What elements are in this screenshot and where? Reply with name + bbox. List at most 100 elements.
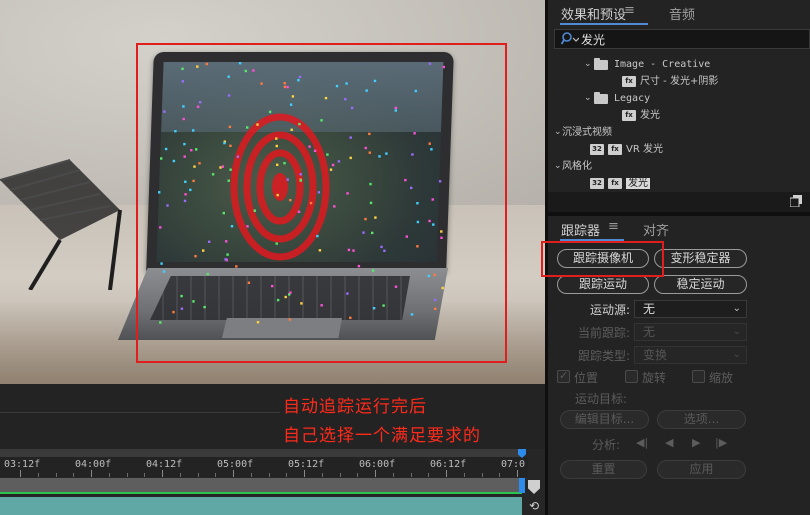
motion-target-label: 运动目标:	[575, 392, 628, 406]
timeline-navigator-icon[interactable]: ⟲	[526, 498, 542, 514]
timeline-tick-label: 05:12f	[288, 459, 325, 470]
timeline-tick-label: 03:12f	[4, 459, 41, 470]
scale-checkbox[interactable]	[692, 370, 705, 383]
position-checkbox[interactable]	[557, 369, 570, 383]
effects-tree-item[interactable]: fx 尺寸 - 发光+阴影	[548, 73, 810, 90]
motion-source-label: 运动源:	[589, 303, 630, 317]
motion-source-select[interactable]: 无 ⌄	[634, 300, 747, 318]
bit-depth-icon: 32	[590, 144, 604, 155]
timeline-minor-tick	[481, 473, 483, 477]
analyze-forward-icon[interactable]: ▶	[692, 436, 700, 449]
timeline-tick-label: 04:00f	[75, 459, 112, 470]
effects-tree-item-label: Legacy	[614, 93, 651, 104]
analyze-forward-frame-icon[interactable]: |▶	[715, 436, 727, 449]
effects-tree-item-label: 尺寸 - 发光+阴影	[640, 76, 719, 87]
bit-depth-icon: 32	[590, 178, 604, 189]
stabilize-motion-button[interactable]: 稳定运动	[654, 275, 747, 294]
timeline-minor-tick	[463, 473, 465, 477]
timeline-tick	[162, 470, 163, 477]
effects-tree-item-label: VR 发光	[626, 144, 663, 155]
timeline-minor-tick	[499, 473, 501, 477]
timeline-minor-tick	[428, 473, 430, 477]
effects-tree-item-label: 发光	[640, 110, 660, 121]
panel-menu-icon[interactable]: ≡	[608, 219, 619, 234]
timeline-minor-tick	[197, 473, 199, 477]
search-icon[interactable]	[561, 31, 579, 47]
timeline-tick	[517, 470, 518, 477]
current-track-select[interactable]: 无 ⌄	[634, 323, 747, 341]
timeline-layer-track[interactable]	[0, 478, 522, 494]
effect-icon: fx	[608, 144, 622, 155]
chevron-down-icon[interactable]: ⌄	[554, 124, 562, 141]
annotation-text-2: 自己选择一个满足要求的	[283, 426, 481, 446]
timeline-tick-label: 06:00f	[359, 459, 396, 470]
effects-tree-item[interactable]: ⌄ 风格化	[548, 158, 810, 175]
effects-tree-item[interactable]: ⌄ Image - Creative	[548, 56, 810, 73]
effects-tree-item[interactable]: 32 fx VR 发光	[548, 141, 810, 158]
composition-viewer[interactable]	[0, 0, 545, 384]
annotation-text-1: 自动追踪运行完后	[283, 397, 427, 417]
active-tab-indicator	[560, 23, 648, 25]
effects-tree-item[interactable]: ⌄ 沉浸式视频	[548, 124, 810, 141]
timeline-tick	[375, 470, 376, 477]
tab-effects-presets[interactable]: 效果和预设	[561, 4, 626, 23]
timeline-tick	[233, 470, 234, 477]
analyze-label: 分析:	[592, 438, 621, 452]
work-area-bar[interactable]	[0, 449, 522, 457]
chevron-down-icon[interactable]: ⌄	[554, 158, 562, 175]
timeline-minor-tick	[286, 473, 288, 477]
effects-tree-item-label: Image - Creative	[614, 59, 711, 70]
track-camera-highlight	[541, 241, 664, 277]
timeline-layer-bar[interactable]	[0, 497, 522, 515]
current-track-value: 无	[643, 325, 656, 339]
timeline-tick	[446, 470, 447, 477]
timeline-tick-label: 06:12f	[430, 459, 467, 470]
tab-tracker[interactable]: 跟踪器	[561, 220, 600, 239]
chevron-down-icon: ⌄	[732, 303, 741, 314]
effects-tree-item-label: 发光	[626, 175, 650, 192]
chevron-down-icon[interactable]: ⌄	[584, 90, 592, 107]
timeline-tick-label: 07:0	[501, 459, 526, 470]
timeline-minor-tick	[268, 473, 270, 477]
reset-button[interactable]: 重置	[560, 460, 647, 479]
selected-effect-label: 发光	[626, 178, 650, 189]
rotation-checkbox[interactable]	[625, 370, 638, 383]
analyze-backward-icon[interactable]: ◀	[665, 436, 673, 449]
warp-stabilizer-button[interactable]: 变形稳定器	[654, 249, 747, 268]
timeline-minor-tick	[144, 473, 146, 477]
effects-tree-item-label: 沉浸式视频	[562, 127, 612, 138]
effects-tree: ⌄ Image - Creative fx 尺寸 - 发光+阴影 ⌄ Legacy fx 发光…	[548, 52, 810, 192]
effects-tree-item-label: 风格化	[562, 161, 592, 172]
timeline-minor-tick	[126, 473, 128, 477]
analyze-back-frame-icon[interactable]: ◀|	[636, 436, 648, 449]
edit-target-button[interactable]: 编辑目标...	[560, 410, 649, 429]
track-motion-button[interactable]: 跟踪运动	[557, 275, 649, 294]
layer-end-handle[interactable]	[519, 478, 525, 493]
new-preset-icon[interactable]	[790, 195, 802, 207]
search-query: 发光	[581, 33, 606, 47]
scale-checkbox-label: 缩放	[709, 371, 734, 385]
apply-button[interactable]: 应用	[657, 460, 746, 479]
effects-tree-item[interactable]: ⌄ Legacy	[548, 90, 810, 107]
timeline-minor-tick	[215, 473, 217, 477]
timeline-minor-tick	[339, 473, 341, 477]
rotation-checkbox-label: 旋转	[642, 371, 667, 385]
timeline-minor-tick	[73, 473, 75, 477]
folder-icon	[594, 58, 608, 70]
effects-footer	[548, 192, 810, 212]
timeline-minor-tick	[179, 473, 181, 477]
chevron-down-icon[interactable]: ⌄	[584, 56, 592, 73]
timeline-tick	[304, 470, 305, 477]
tab-audio[interactable]: 音频	[669, 4, 695, 23]
effects-tree-item[interactable]: fx 发光	[548, 107, 810, 124]
options-button[interactable]: 选项...	[657, 410, 746, 429]
timeline-tick-label: 05:00f	[217, 459, 254, 470]
panel-menu-icon[interactable]: ≡	[624, 3, 635, 18]
track-type-select[interactable]: 变换 ⌄	[634, 346, 747, 364]
timeline-minor-tick	[250, 473, 252, 477]
current-track-label: 当前跟踪:	[577, 326, 630, 340]
effects-tree-item[interactable]: 32 fx 发光	[548, 175, 810, 192]
chevron-down-icon: ⌄	[732, 326, 741, 337]
tab-align[interactable]: 对齐	[643, 220, 669, 239]
effect-icon: fx	[608, 178, 622, 189]
